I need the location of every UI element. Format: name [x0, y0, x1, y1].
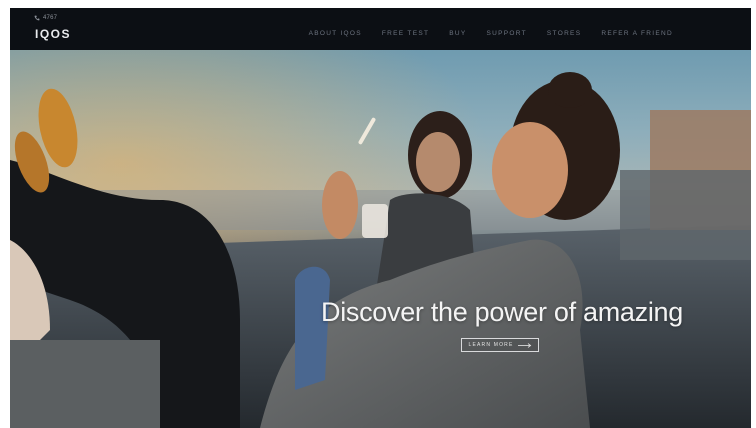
main-nav: ABOUT IQOS FREE TEST BUY SUPPORT STORES …	[309, 30, 673, 37]
phone-number: 4767	[43, 15, 58, 21]
nav-item-free-test[interactable]: FREE TEST	[382, 30, 429, 37]
arrow-right-icon	[517, 342, 531, 348]
iqos-logo[interactable]: IQOS	[35, 27, 71, 41]
phone-contact[interactable]: 4767	[34, 15, 57, 21]
hero-headline: Discover the power of amazing	[321, 297, 683, 327]
nav-item-about[interactable]: ABOUT IQOS	[309, 30, 362, 37]
learn-more-label: LEARN MORE	[468, 342, 514, 348]
hero-photo	[10, 50, 751, 428]
nav-item-support[interactable]: SUPPORT	[487, 30, 527, 37]
nav-item-refer-a-friend[interactable]: REFER A FRIEND	[601, 30, 673, 37]
top-navigation-bar: 4767 IQOS ABOUT IQOS FREE TEST BUY SUPPO…	[10, 8, 751, 50]
hero-banner: Discover the power of amazing LEARN MORE	[10, 50, 751, 428]
phone-icon	[34, 15, 40, 21]
nav-item-buy[interactable]: BUY	[449, 30, 466, 37]
page-frame: 4767 IQOS ABOUT IQOS FREE TEST BUY SUPPO…	[10, 8, 751, 428]
nav-item-stores[interactable]: STORES	[547, 30, 581, 37]
learn-more-button[interactable]: LEARN MORE	[461, 338, 539, 352]
